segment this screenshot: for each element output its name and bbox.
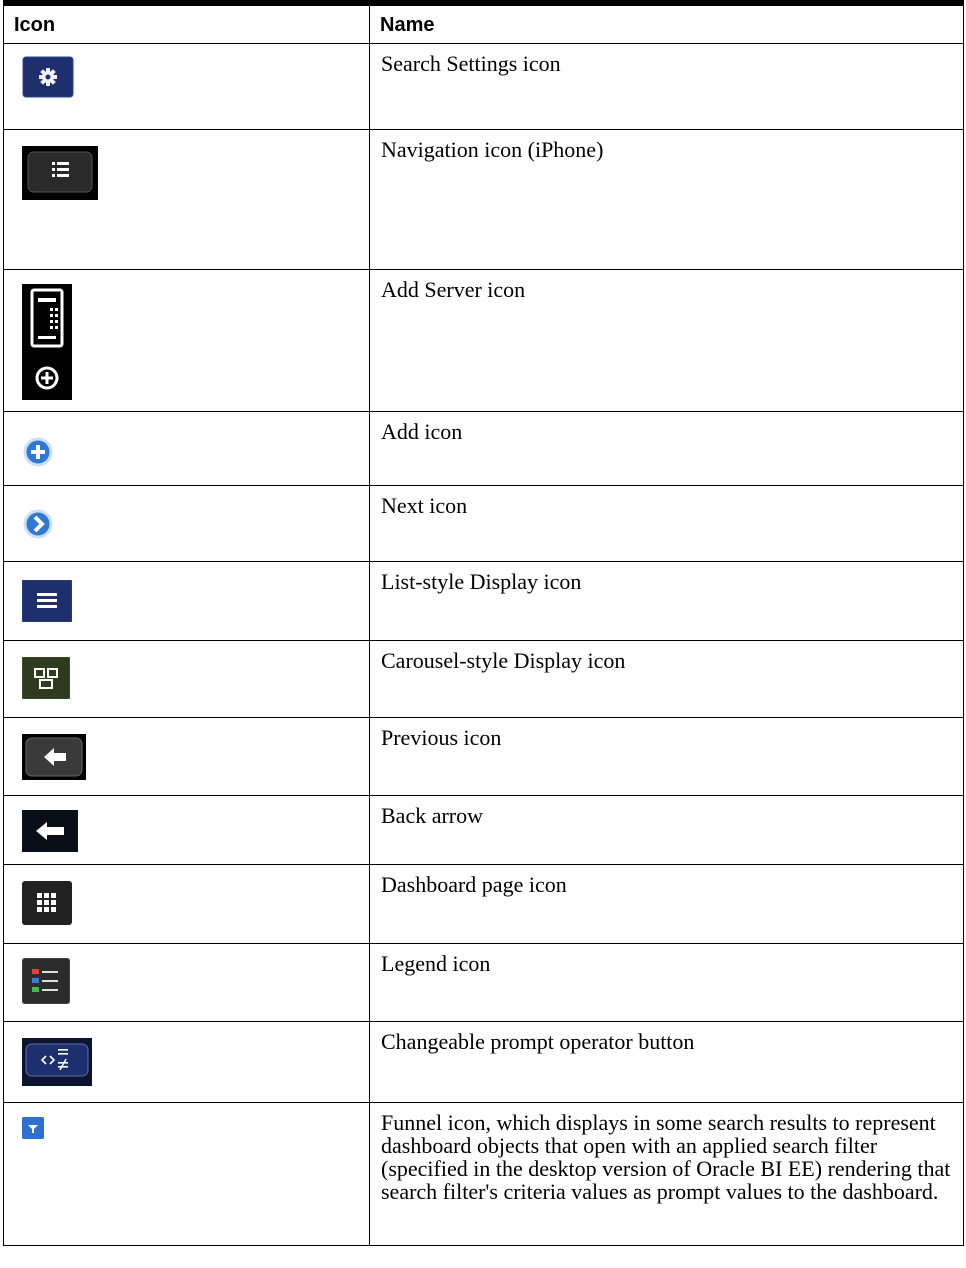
- table-row: Legend icon: [3, 943, 964, 1022]
- next-icon: [22, 508, 369, 540]
- add-icon: [22, 436, 369, 468]
- row-name: Next icon: [369, 485, 964, 562]
- navigation-icon: [22, 145, 369, 200]
- row-name: Previous icon: [369, 717, 964, 796]
- list-style-display-icon: [22, 579, 369, 622]
- row-name: Navigation icon (iPhone): [369, 129, 964, 270]
- row-name: Add icon: [369, 411, 964, 486]
- funnel-icon: [22, 1116, 369, 1139]
- dashboard-page-icon: [22, 880, 369, 925]
- table-row: Previous icon: [3, 717, 964, 796]
- row-name: Carousel-style Display icon: [369, 640, 964, 718]
- previous-icon: [22, 733, 369, 780]
- icon-table: Icon Name Search Settings icon Navigatio…: [3, 0, 964, 1246]
- changeable-prompt-operator-icon: [22, 1037, 369, 1086]
- table-row: List-style Display icon: [3, 561, 964, 641]
- table-row: Navigation icon (iPhone): [3, 129, 964, 270]
- row-name: Legend icon: [369, 943, 964, 1022]
- row-name: Back arrow: [369, 795, 964, 865]
- table-row: Next icon: [3, 485, 964, 562]
- row-name: Funnel icon, which displays in some sear…: [369, 1102, 964, 1246]
- table-row: Back arrow: [3, 795, 964, 865]
- table-row: Carousel-style Display icon: [3, 640, 964, 718]
- back-arrow-icon: [22, 809, 369, 852]
- name-column-header: Name: [369, 3, 964, 44]
- table-row: Add icon: [3, 411, 964, 486]
- table-row: Changeable prompt operator button: [3, 1021, 964, 1103]
- table-row: Dashboard page icon: [3, 864, 964, 944]
- row-name: List-style Display icon: [369, 561, 964, 641]
- header-row: Icon Name: [3, 3, 964, 44]
- row-name: Dashboard page icon: [369, 864, 964, 944]
- table-row: Search Settings icon: [3, 43, 964, 130]
- table-row: Funnel icon, which displays in some sear…: [3, 1102, 964, 1246]
- add-server-icon: [22, 283, 369, 400]
- row-name: Changeable prompt operator button: [369, 1021, 964, 1103]
- row-name: Search Settings icon: [369, 43, 964, 130]
- search-settings-icon: [22, 56, 369, 98]
- row-name: Add Server icon: [369, 269, 964, 412]
- icon-column-header: Icon: [3, 3, 370, 44]
- table-row: Add Server icon: [3, 269, 964, 412]
- legend-icon: [22, 957, 369, 1004]
- carousel-style-display-icon: [22, 656, 369, 699]
